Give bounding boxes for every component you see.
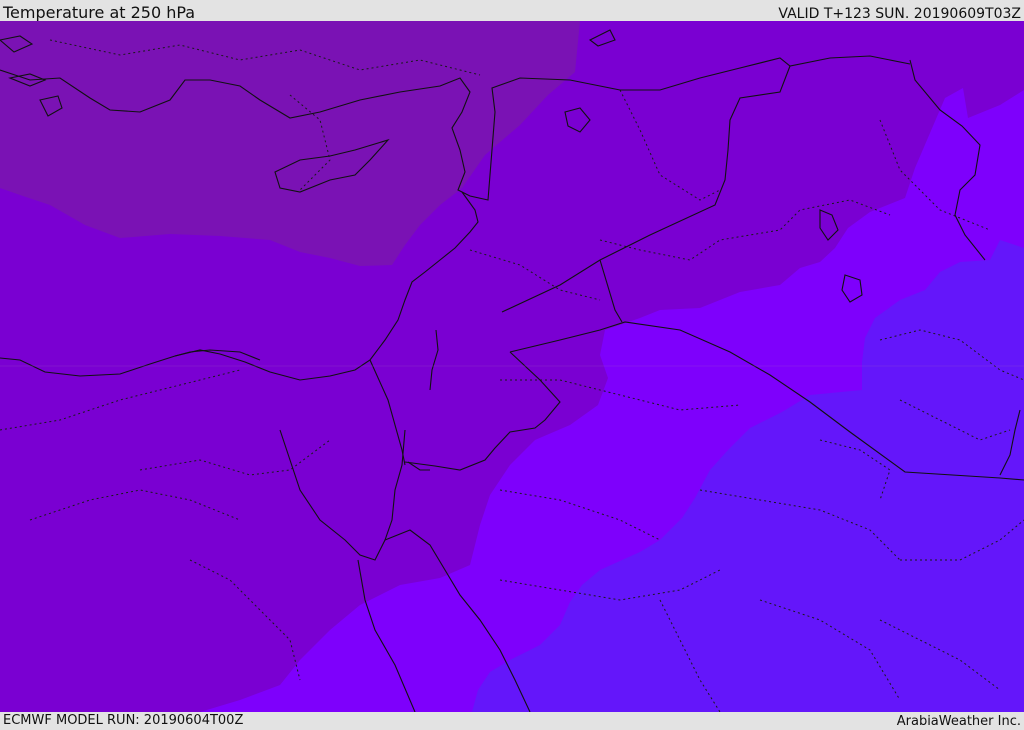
weather-map — [0, 21, 1024, 712]
brand-label: ArabiaWeather Inc. — [896, 714, 1021, 729]
map-title: Temperature at 250 hPa — [3, 3, 196, 22]
map-canvas — [0, 21, 1024, 712]
model-run-label: ECMWF MODEL RUN: 20190604T00Z — [3, 713, 244, 728]
